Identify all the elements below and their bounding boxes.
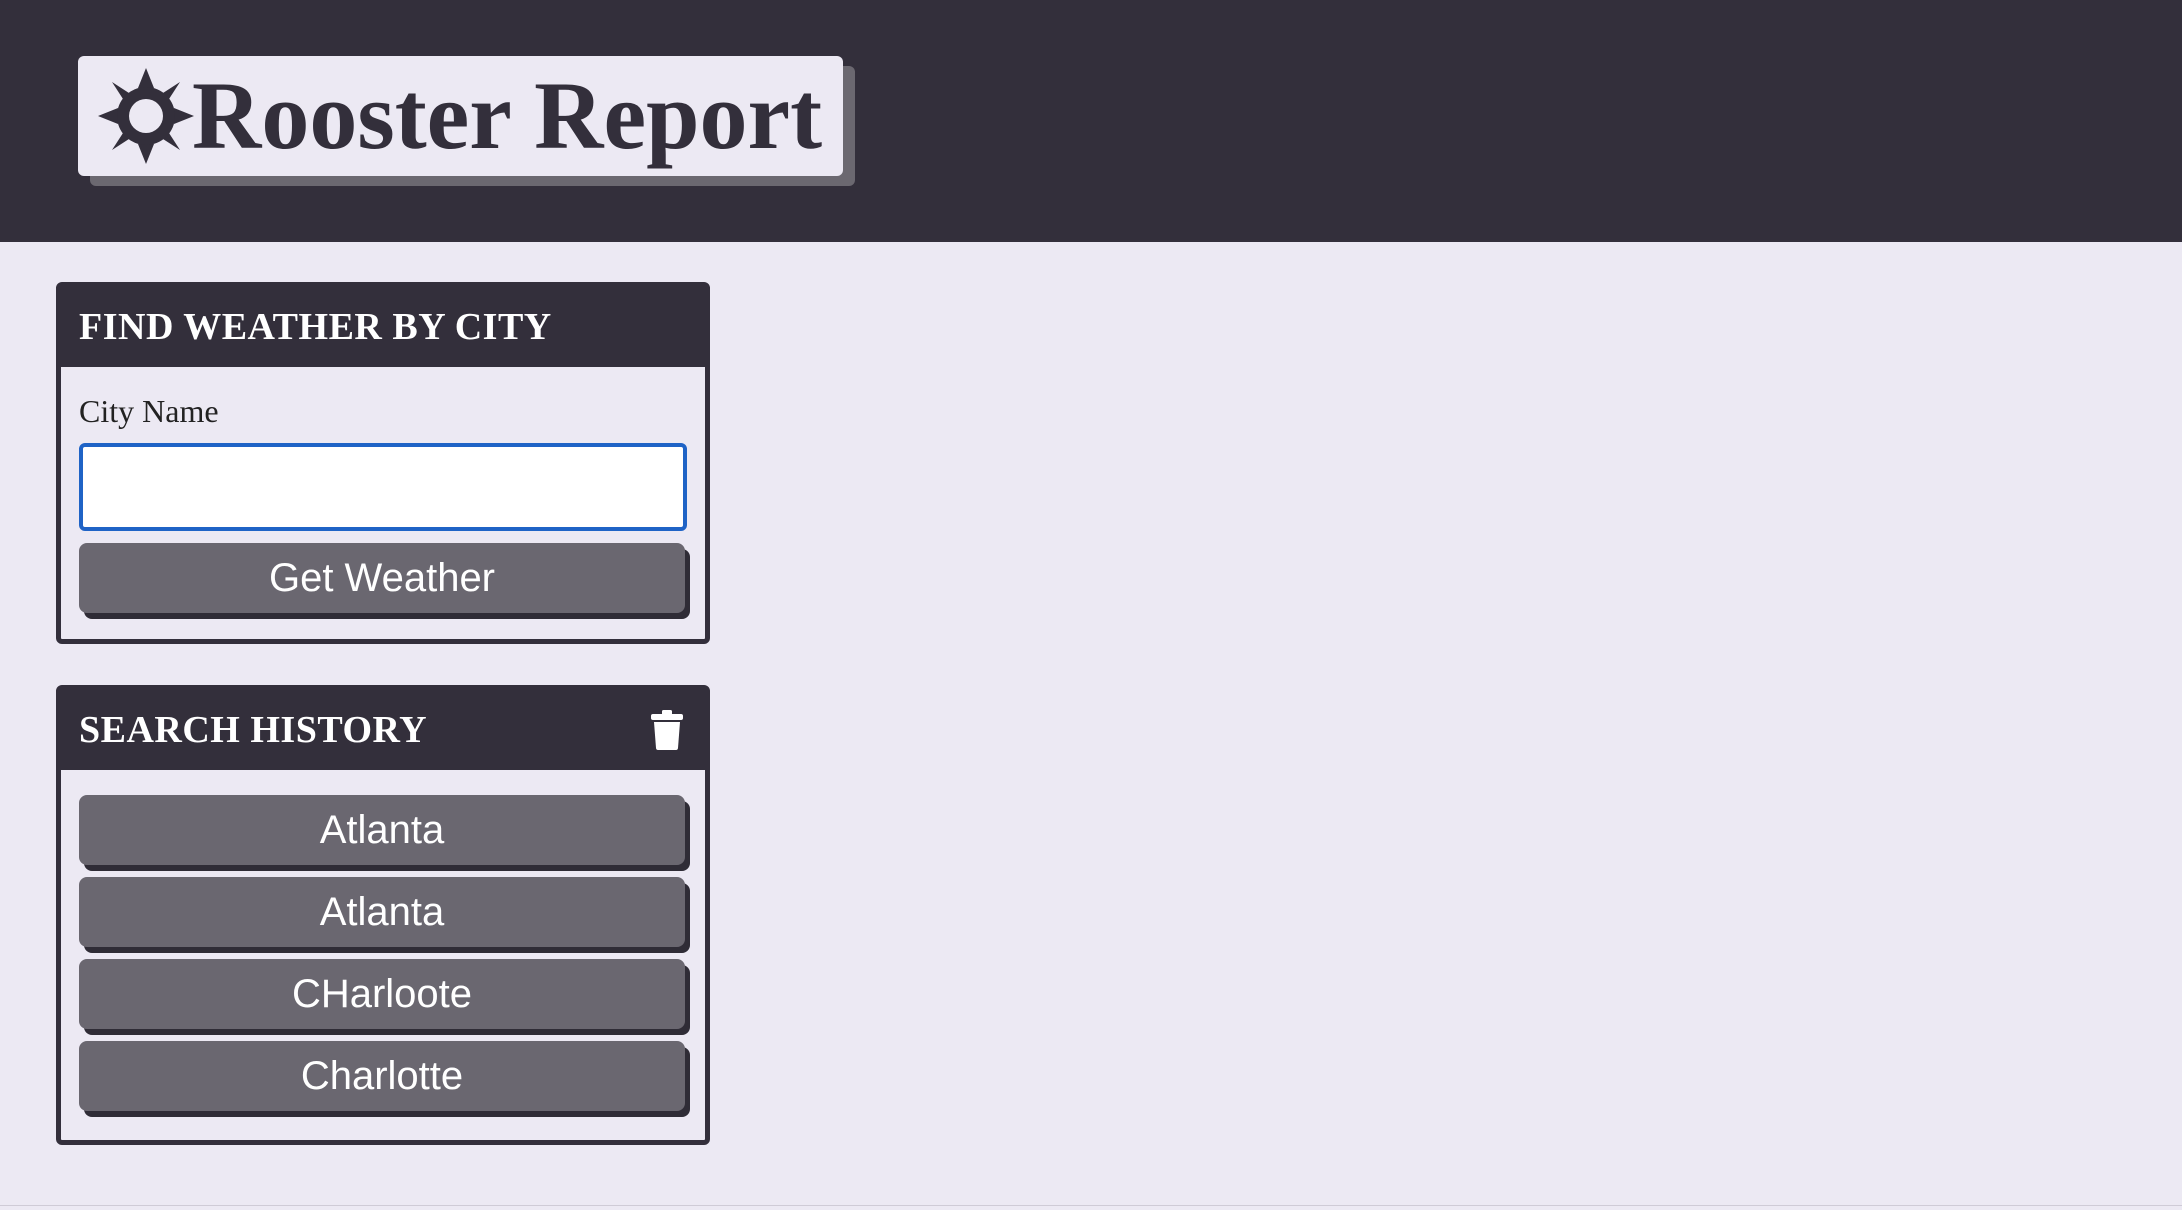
history-item-button[interactable]: CHarloote xyxy=(79,959,685,1029)
app-header: Rooster Report xyxy=(0,0,2182,242)
history-item-button[interactable]: Charlotte xyxy=(79,1041,685,1111)
trash-icon[interactable] xyxy=(647,708,687,752)
page-divider xyxy=(0,1205,2182,1206)
app-logo: Rooster Report xyxy=(78,56,843,176)
find-weather-header: FIND WEATHER BY CITY xyxy=(61,287,705,367)
get-weather-button[interactable]: Get Weather xyxy=(79,543,685,613)
history-item-button[interactable]: Atlanta xyxy=(79,795,685,865)
history-item-button[interactable]: Atlanta xyxy=(79,877,685,947)
find-weather-panel: FIND WEATHER BY CITY City Name Get Weath… xyxy=(56,282,710,644)
search-history-header: SEARCH HISTORY xyxy=(61,690,705,770)
sun-icon xyxy=(96,66,196,166)
city-name-input[interactable] xyxy=(79,443,687,531)
city-name-label: City Name xyxy=(79,393,219,429)
find-weather-title: FIND WEATHER BY CITY xyxy=(79,306,552,348)
search-history-title: SEARCH HISTORY xyxy=(79,709,428,751)
app-title: Rooster Report xyxy=(192,62,823,169)
search-history-panel: SEARCH HISTORY Atlanta Atlanta CHarloote… xyxy=(56,685,710,1145)
